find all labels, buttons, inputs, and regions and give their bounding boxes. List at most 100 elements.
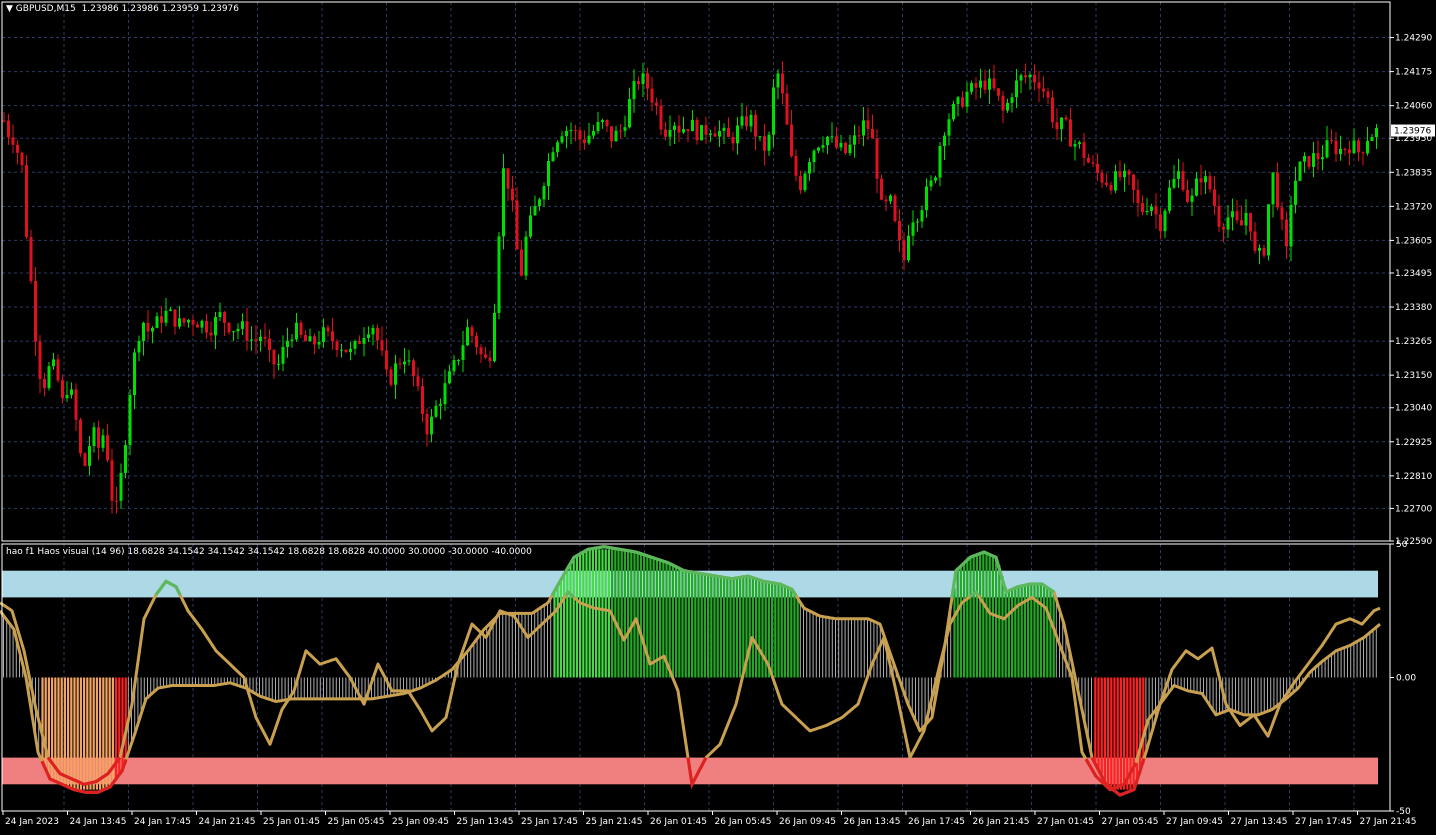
hist-bar — [95, 677, 98, 790]
hist-bar — [476, 639, 478, 678]
candle-body — [1109, 184, 1113, 191]
time-label: 26 Jan 21:45 — [973, 817, 1030, 827]
candle-body — [1159, 214, 1162, 232]
candle-body — [835, 136, 838, 148]
candle-body — [902, 240, 906, 261]
time-label: 25 Jan 05:45 — [328, 817, 385, 827]
hist-bar — [537, 609, 539, 678]
candle-body — [425, 413, 429, 435]
hist-bar — [76, 677, 79, 790]
candle-body — [700, 125, 703, 141]
candle-body — [952, 104, 955, 120]
hist-bar — [79, 677, 82, 790]
candle-body — [1087, 157, 1090, 163]
candle-body — [1316, 153, 1320, 160]
candle-body — [970, 83, 973, 92]
candle-body — [1312, 153, 1315, 167]
hist-bar — [675, 566, 678, 678]
candle-body — [578, 130, 582, 140]
candle-body — [569, 130, 573, 132]
candle-body — [1177, 171, 1180, 179]
time-label: 27 Jan 09:45 — [1166, 817, 1223, 827]
hist-bar — [617, 549, 620, 678]
candle-body — [340, 349, 343, 351]
hist-bar — [739, 577, 742, 678]
candle-body — [470, 327, 474, 336]
hist-bar — [1356, 641, 1358, 678]
candle-body — [16, 144, 19, 153]
candle-body — [290, 339, 294, 341]
price-label: 1.24060 — [1395, 102, 1432, 112]
hist-bar — [671, 564, 674, 678]
candle-body — [682, 129, 685, 133]
hist-bar — [707, 574, 710, 678]
candle-body — [97, 427, 100, 448]
collapse-triangle-icon[interactable]: ▼ — [6, 4, 13, 14]
hist-bar — [1209, 677, 1211, 705]
time-label: 26 Jan 09:45 — [779, 817, 836, 827]
price-label: 1.23265 — [1395, 337, 1432, 347]
hist-bar — [694, 572, 697, 678]
hist-bar — [335, 677, 337, 699]
candle-body — [961, 97, 964, 107]
candle-body — [542, 186, 546, 200]
hist-bar — [1014, 588, 1017, 678]
hist-bar — [726, 577, 729, 678]
candle-body — [776, 73, 780, 88]
price-label: 1.22925 — [1395, 438, 1432, 448]
hist-bar — [262, 677, 264, 697]
hist-bar — [969, 557, 972, 678]
candle-body — [857, 135, 861, 137]
hist-bar — [473, 643, 475, 678]
candle-body — [380, 340, 384, 351]
candle-body — [1055, 122, 1059, 130]
candle-body — [1073, 143, 1077, 147]
candle-body — [1168, 187, 1171, 211]
hist-bar — [793, 591, 796, 678]
hist-bar — [963, 564, 966, 678]
candle-body — [668, 130, 672, 137]
candle-body — [781, 73, 784, 94]
current-price-label: 1.23976 — [1394, 127, 1431, 137]
candle-body — [1114, 171, 1117, 191]
candle-body — [772, 87, 775, 135]
candle-body — [7, 120, 10, 138]
hist-bar — [553, 593, 556, 678]
hist-bar — [1190, 677, 1192, 692]
symbol-header[interactable]: ▼ GBPUSD,M15 1.23986 1.23986 1.23959 1.2… — [6, 4, 239, 14]
time-label: 24 Jan 13:45 — [70, 817, 127, 827]
candle-body — [439, 404, 442, 406]
hist-bar — [777, 583, 780, 678]
candle-body — [268, 338, 271, 350]
candle-body — [560, 136, 564, 143]
chart-canvas[interactable]: 1.242901.241751.240601.239501.238351.237… — [0, 0, 1436, 832]
hist-bar — [719, 576, 722, 678]
candle-body — [245, 321, 249, 341]
candle-body — [349, 348, 352, 353]
time-label: 25 Jan 01:45 — [263, 817, 320, 827]
hist-bar — [1334, 652, 1336, 678]
candle-body — [538, 199, 541, 207]
hist-bar — [614, 549, 617, 678]
hist-bar — [598, 549, 601, 678]
indicator-axis-label: -50 — [1396, 807, 1411, 817]
symbol-label: GBPUSD,M15 — [15, 4, 76, 14]
candle-body — [326, 327, 330, 332]
hist-bar — [278, 677, 280, 702]
candle-body — [259, 336, 262, 342]
hist-bar — [89, 677, 92, 790]
hist-bar — [879, 624, 881, 678]
candle-body — [236, 328, 240, 332]
hist-bar — [332, 677, 334, 699]
candle-body — [551, 152, 555, 161]
candle-body — [655, 102, 658, 106]
hist-bar — [1110, 677, 1113, 788]
hist-bar — [803, 606, 804, 678]
hist-bar — [1318, 664, 1320, 678]
hist-bar — [73, 677, 76, 790]
hist-bar — [502, 613, 504, 678]
chart-window[interactable]: 1.24290 1.24175 1.24060 1.23950 1.23835 1.237… — [0, 0, 1436, 832]
hist-bar — [521, 613, 523, 678]
candle-body — [709, 133, 712, 135]
candle-body — [1240, 220, 1243, 226]
